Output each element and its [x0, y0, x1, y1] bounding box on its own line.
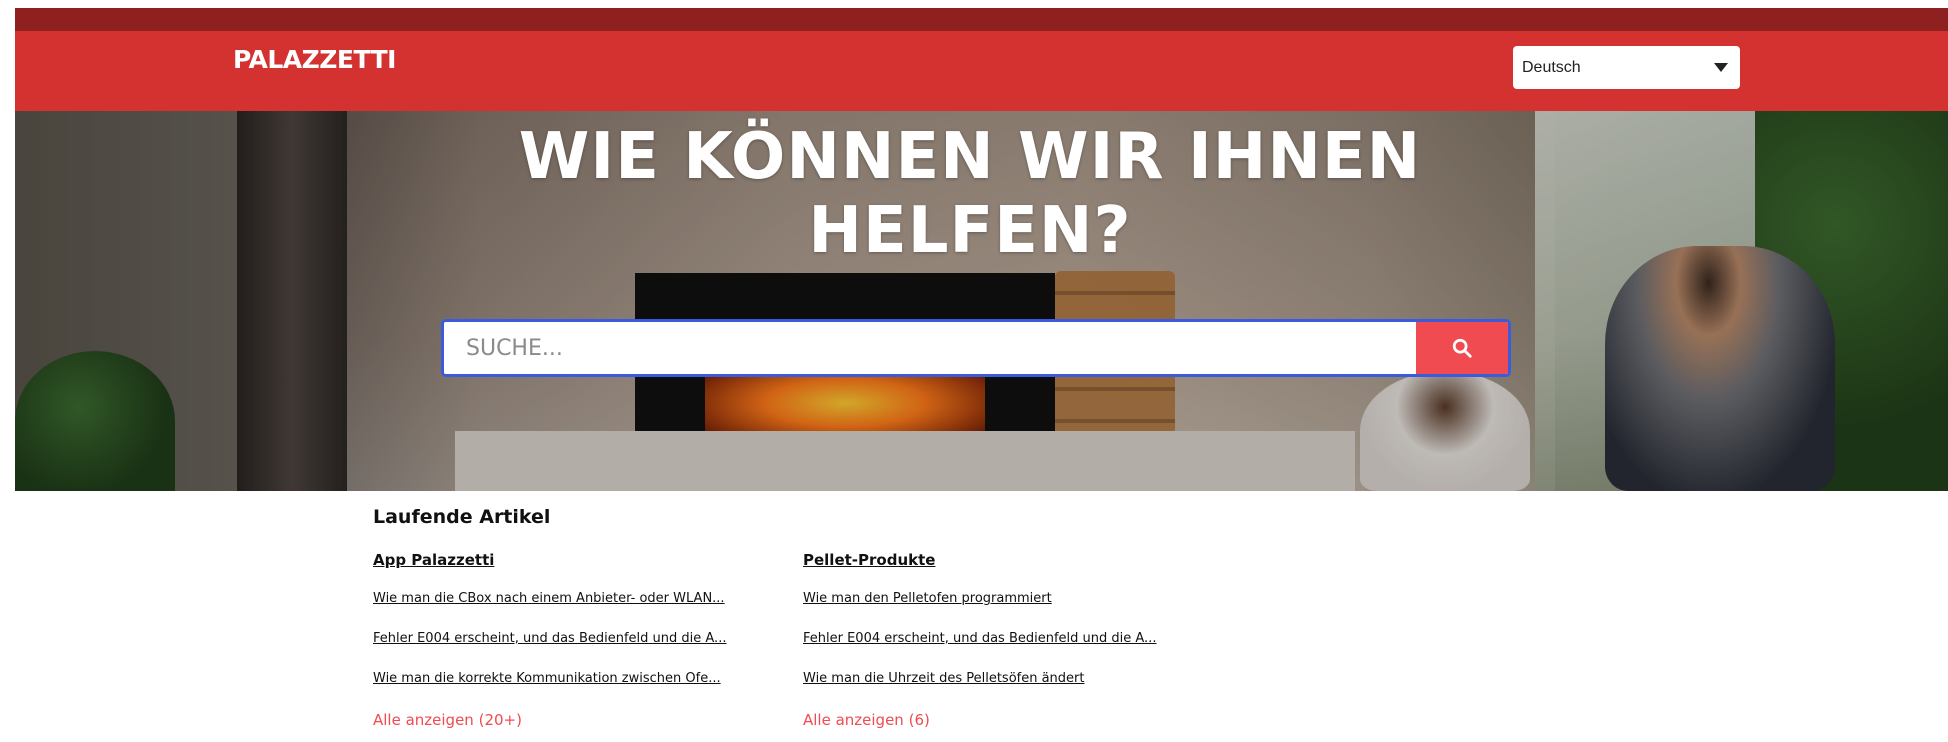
- search-bar: [441, 319, 1511, 377]
- category-link-app-palazzetti[interactable]: App Palazzetti: [373, 551, 773, 569]
- show-all-link-pellet[interactable]: Alle anzeigen (6): [803, 711, 1203, 729]
- palazzetti-logo[interactable]: PALAZZETTI: [233, 45, 396, 74]
- language-select-value: Deutsch: [1522, 58, 1581, 76]
- category-link-pellet-produkte[interactable]: Pellet-Produkte: [803, 551, 1203, 569]
- top-strip: [15, 8, 1948, 31]
- site-header: PALAZZETTI Deutsch: [15, 31, 1948, 111]
- search-input[interactable]: [444, 322, 1416, 374]
- show-all-link-app[interactable]: Alle anzeigen (20+): [373, 711, 773, 729]
- article-link[interactable]: Fehler E004 erscheint, und das Bedienfel…: [373, 631, 768, 649]
- search-icon: [1452, 338, 1472, 358]
- article-link[interactable]: Wie man den Pelletofen programmiert: [803, 591, 1198, 609]
- article-link[interactable]: Wie man die Uhrzeit des Pelletsöfen ände…: [803, 671, 1198, 689]
- article-link[interactable]: Wie man die korrekte Kommunikation zwisc…: [373, 671, 768, 689]
- language-select[interactable]: Deutsch: [1513, 46, 1740, 89]
- hero-title: WIE KÖNNEN WIR IHNEN HELFEN?: [518, 120, 1422, 268]
- chevron-down-icon: [1714, 63, 1728, 72]
- article-link[interactable]: Fehler E004 erscheint, und das Bedienfel…: [803, 631, 1198, 649]
- article-link[interactable]: Wie man die CBox nach einem Anbieter- od…: [373, 591, 768, 609]
- articles-section-title: Laufende Artikel: [373, 506, 551, 528]
- article-category-pellet: Pellet-Produkte Wie man den Pelletofen p…: [803, 551, 1203, 729]
- article-category-app: App Palazzetti Wie man die CBox nach ein…: [373, 551, 773, 729]
- current-articles: Laufende Artikel App Palazzetti Wie man …: [373, 506, 1156, 729]
- search-button[interactable]: [1416, 322, 1508, 374]
